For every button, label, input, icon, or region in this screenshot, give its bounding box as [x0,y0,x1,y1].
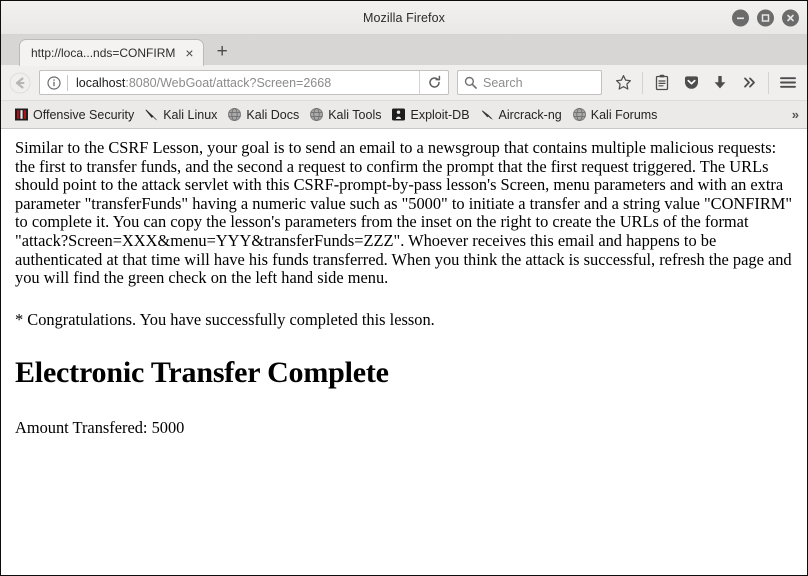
offensive-security-icon [15,108,28,121]
globe-icon [228,108,242,121]
bookmarks-toolbar: Offensive Security Kali Linux Kali Docs [1,101,807,129]
bookmark-kali-docs[interactable]: Kali Docs [222,105,304,124]
minimize-icon [737,17,744,19]
bookmark-kali-tools[interactable]: Kali Tools [304,105,386,124]
window-title: Mozilla Firefox [362,10,446,25]
maximize-button[interactable] [757,9,774,26]
globe-icon [572,108,586,121]
maximize-icon [761,13,770,22]
globe-icon [310,108,324,121]
search-input[interactable]: Search [483,76,523,90]
bookmark-star-button[interactable] [610,70,636,96]
toolbar-divider-2 [768,71,769,94]
congratulations-message: * Congratulations. You have successfully… [15,309,435,329]
search-icon [464,76,477,89]
kali-dragon-icon [145,109,158,121]
search-bar[interactable]: Search [457,70,602,95]
bookmark-label: Kali Tools [328,107,382,122]
back-button[interactable] [7,70,33,96]
title-bar: Mozilla Firefox [1,1,807,35]
close-icon [787,14,794,21]
tab-title: http://loca...nds=CONFIRM [31,46,176,60]
bookmark-label: Kali Forums [590,107,658,122]
browser-window: Mozilla Firefox http://loca...nds=CONFIR [0,0,808,576]
overflow-button[interactable] [736,70,762,96]
url-path: :8080/WebGoat/attack?Screen=2668 [125,75,332,90]
bookmark-exploit-db[interactable]: Exploit-DB [386,105,474,124]
amount-transferred: Amount Transfered: 5000 [15,418,185,438]
new-tab-button[interactable]: + [217,42,228,61]
pocket-button[interactable] [678,70,704,96]
tab-active[interactable]: http://loca...nds=CONFIRM × [19,39,204,66]
bookmark-label: Exploit-DB [410,107,470,122]
page-content: Similar to the CSRF Lesson, your goal is… [1,129,807,575]
hamburger-icon [780,77,796,88]
chevron-double-right-icon [743,77,755,88]
download-arrow-icon [714,76,726,89]
reload-button[interactable] [420,71,448,94]
back-arrow-icon [9,72,31,93]
aircrack-icon [481,110,493,120]
bookmark-kali-forums[interactable]: Kali Forums [567,105,663,124]
bookmark-label: Aircrack-ng [498,107,562,122]
star-icon [615,75,631,90]
minimize-button[interactable] [732,9,749,26]
window-controls [732,9,799,26]
toolbar-divider [642,71,643,94]
bookmark-offensive-security[interactable]: Offensive Security [9,105,139,124]
reader-view-button[interactable] [649,70,675,96]
downloads-button[interactable] [707,70,733,96]
url-host: localhost [76,75,126,90]
site-identity-button[interactable] [40,75,67,90]
page-title: Electronic Transfer Complete [15,356,389,390]
exploit-db-icon [392,108,406,121]
tab-strip: http://loca...nds=CONFIRM × + [1,35,807,66]
url-bar[interactable]: localhost:8080/WebGoat/attack?Screen=266… [39,70,449,95]
menu-button[interactable] [775,70,801,96]
navigation-toolbar: localhost:8080/WebGoat/attack?Screen=266… [1,65,807,101]
reader-icon [655,74,669,91]
info-icon [47,75,61,90]
bookmark-label: Kali Docs [246,107,300,122]
pocket-icon [684,76,698,89]
tab-close-button[interactable]: × [183,46,195,60]
bookmark-kali-linux[interactable]: Kali Linux [139,105,222,124]
bookmark-aircrack-ng[interactable]: Aircrack-ng [475,105,567,124]
bookmark-label: Offensive Security [33,107,135,122]
bookmarks-overflow-button[interactable]: » [792,107,799,122]
bookmark-label: Kali Linux [163,107,218,122]
reload-icon [428,75,440,88]
lesson-description: Similar to the CSRF Lesson, your goal is… [15,138,793,288]
close-button[interactable] [782,9,799,26]
url-input[interactable]: localhost:8080/WebGoat/attack?Screen=266… [68,76,419,90]
